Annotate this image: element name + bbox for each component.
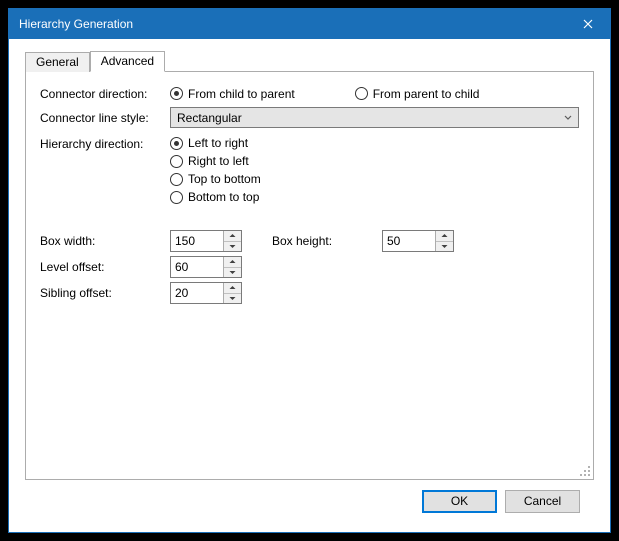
spinner-down[interactable]	[224, 294, 241, 304]
radio-top-to-bottom[interactable]: Top to bottom	[170, 172, 261, 186]
radio-label: Right to left	[188, 154, 249, 168]
resize-grip-icon	[577, 463, 591, 477]
close-icon	[583, 19, 593, 29]
resize-grip[interactable]	[577, 463, 591, 477]
close-button[interactable]	[565, 9, 610, 39]
spinner-buttons	[223, 257, 241, 277]
ok-button[interactable]: OK	[422, 490, 497, 513]
label-sibling-offset: Sibling offset:	[40, 286, 170, 300]
level-offset-stepper[interactable]	[170, 256, 242, 278]
box-height-input[interactable]	[383, 231, 435, 251]
spinner-up[interactable]	[436, 231, 453, 242]
spinner-buttons	[223, 283, 241, 303]
box-height-stepper[interactable]	[382, 230, 454, 252]
connector-line-style-dropdown[interactable]: Rectangular	[170, 107, 579, 128]
spinner-down[interactable]	[224, 242, 241, 252]
row-hierarchy-direction: Hierarchy direction: Left to right Right…	[40, 136, 579, 204]
sibling-offset-stepper[interactable]	[170, 282, 242, 304]
tab-panel-advanced: Connector direction: From child to paren…	[25, 71, 594, 480]
spinner-buttons	[435, 231, 453, 251]
radio-label: From child to parent	[188, 87, 295, 101]
spinner-up[interactable]	[224, 231, 241, 242]
window-title: Hierarchy Generation	[19, 17, 565, 31]
dialog-window: Hierarchy Generation General Advanced Co…	[8, 8, 611, 533]
radio-icon	[170, 155, 183, 168]
row-connector-line-style: Connector line style: Rectangular	[40, 107, 579, 128]
radio-label: Left to right	[188, 136, 248, 150]
radio-icon	[170, 137, 183, 150]
row-sibling-offset: Sibling offset:	[40, 282, 579, 304]
connector-direction-group: From child to parent From parent to chil…	[170, 87, 479, 101]
box-width-input[interactable]	[171, 231, 223, 251]
label-connector-direction: Connector direction:	[40, 86, 170, 101]
radio-icon	[170, 173, 183, 186]
radio-label: From parent to child	[373, 87, 480, 101]
titlebar: Hierarchy Generation	[9, 9, 610, 39]
level-offset-input[interactable]	[171, 257, 223, 277]
radio-icon	[170, 87, 183, 100]
dialog-footer: OK Cancel	[25, 480, 594, 522]
radio-label: Bottom to top	[188, 190, 259, 204]
tabs-strip: General Advanced	[25, 49, 594, 71]
spinner-down[interactable]	[224, 268, 241, 278]
box-width-stepper[interactable]	[170, 230, 242, 252]
radio-right-to-left[interactable]: Right to left	[170, 154, 261, 168]
spinner-buttons	[223, 231, 241, 251]
row-connector-direction: Connector direction: From child to paren…	[40, 86, 579, 101]
chevron-down-icon	[562, 114, 574, 122]
cancel-button[interactable]: Cancel	[505, 490, 580, 513]
sibling-offset-input[interactable]	[171, 283, 223, 303]
spinner-down[interactable]	[436, 242, 453, 252]
row-level-offset: Level offset:	[40, 256, 579, 278]
radio-label: Top to bottom	[188, 172, 261, 186]
radio-icon	[170, 191, 183, 204]
radio-bottom-to-top[interactable]: Bottom to top	[170, 190, 261, 204]
hierarchy-direction-group: Left to right Right to left Top to botto…	[170, 136, 261, 204]
radio-left-to-right[interactable]: Left to right	[170, 136, 261, 150]
spinner-up[interactable]	[224, 257, 241, 268]
radio-icon	[355, 87, 368, 100]
label-level-offset: Level offset:	[40, 260, 170, 274]
dropdown-value: Rectangular	[177, 111, 562, 125]
radio-from-parent-to-child[interactable]: From parent to child	[355, 87, 480, 101]
radio-from-child-to-parent[interactable]: From child to parent	[170, 87, 295, 101]
label-box-height: Box height:	[272, 234, 382, 248]
tab-general[interactable]: General	[25, 52, 90, 72]
label-connector-line-style: Connector line style:	[40, 110, 170, 125]
spinner-up[interactable]	[224, 283, 241, 294]
content-area: General Advanced Connector direction: Fr…	[9, 39, 610, 532]
row-box-dimensions: Box width: Box height:	[40, 230, 579, 252]
label-hierarchy-direction: Hierarchy direction:	[40, 136, 170, 151]
label-box-width: Box width:	[40, 234, 170, 248]
tab-advanced[interactable]: Advanced	[90, 51, 165, 72]
